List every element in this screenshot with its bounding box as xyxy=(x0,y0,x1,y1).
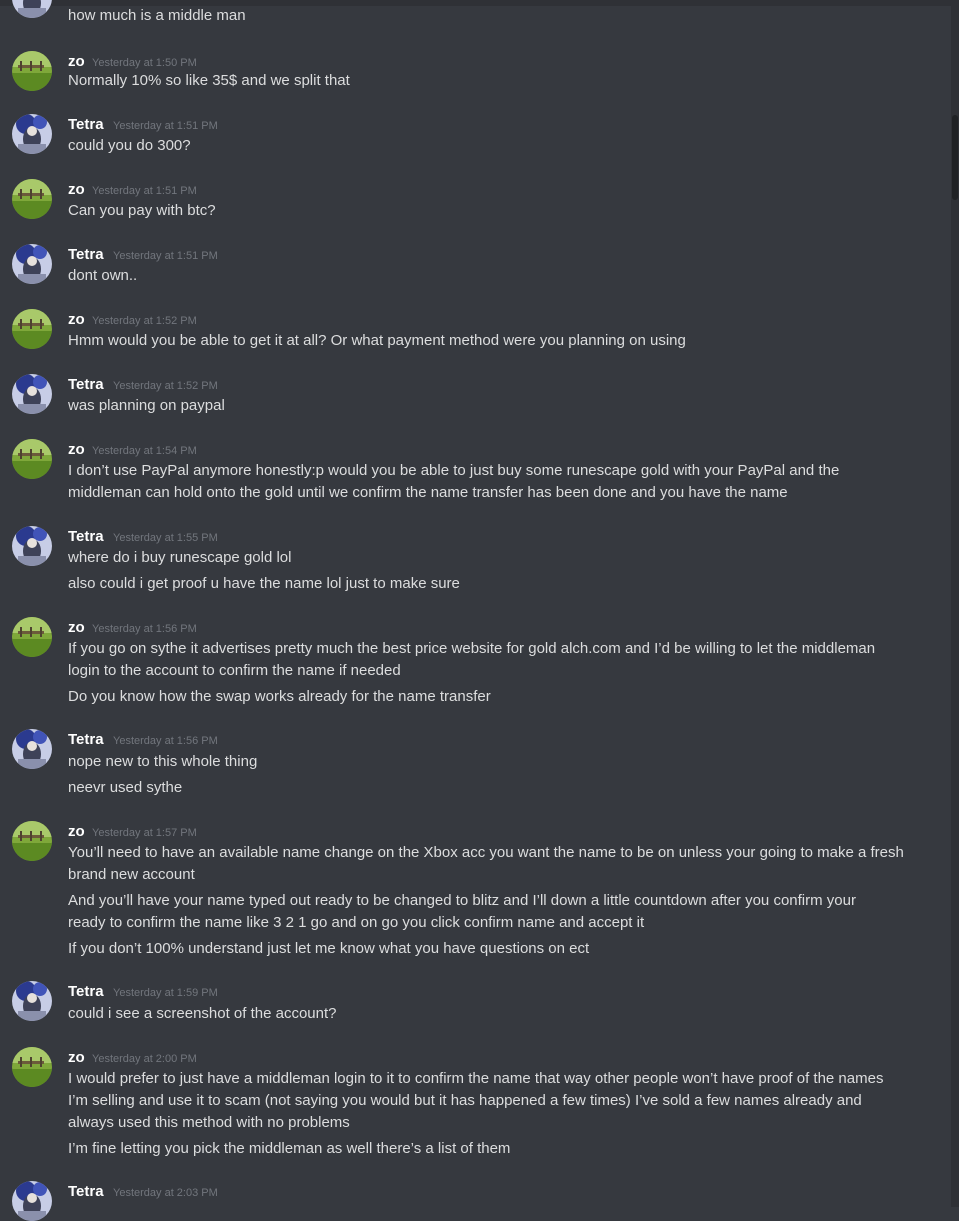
message-author[interactable]: Tetra xyxy=(68,246,104,264)
message-author[interactable]: Tetra xyxy=(68,116,104,134)
message-timestamp: Yesterday at 1:59 PM xyxy=(113,987,218,999)
message-text: I would prefer to just have a middleman … xyxy=(68,1070,884,1087)
avatar-zo[interactable] xyxy=(12,179,52,219)
message-text: I don’t use PayPal anymore honestly:p wo… xyxy=(68,462,840,479)
message-timestamp: Yesterday at 1:56 PM xyxy=(113,735,218,747)
message-author[interactable]: Tetra xyxy=(68,376,104,394)
message-text: could i see a screenshot of the account? xyxy=(68,1005,337,1022)
message-text: middleman can hold onto the gold until w… xyxy=(68,484,788,501)
avatar-zo[interactable] xyxy=(12,617,52,657)
message-text: I’m fine letting you pick the middleman … xyxy=(68,1140,511,1157)
message-text: how much is a middle man xyxy=(68,7,246,24)
message-author[interactable]: Tetra xyxy=(68,528,104,546)
message-text: If you go on sythe it advertises pretty … xyxy=(68,640,876,657)
message-text: Do you know how the swap works already f… xyxy=(68,688,491,705)
message-text: login to the account to confirm the name… xyxy=(68,662,401,679)
message-text: Normally 10% so like 35$ and we split th… xyxy=(68,72,350,89)
avatar-zo[interactable] xyxy=(12,1047,52,1087)
message-timestamp: Yesterday at 1:57 PM xyxy=(92,827,197,839)
message-author[interactable]: zo xyxy=(68,823,85,841)
avatar-zo[interactable] xyxy=(12,51,52,91)
message-timestamp: Yesterday at 2:00 PM xyxy=(92,1053,197,1065)
avatar-tetra[interactable] xyxy=(12,114,52,154)
message-timestamp: Yesterday at 1:56 PM xyxy=(92,623,197,635)
message-text: always used this method with no problems xyxy=(68,1114,350,1131)
message-author[interactable]: zo xyxy=(68,1049,85,1067)
message-author[interactable]: Tetra xyxy=(68,983,104,1001)
scrollbar-thumb[interactable] xyxy=(952,115,958,200)
chat-messages: how much is a middle man zo Yesterday at 1… xyxy=(0,0,959,1221)
message-author[interactable]: zo xyxy=(68,619,85,637)
message-text: was planning on paypal xyxy=(68,397,225,414)
message-text: neevr used sythe xyxy=(68,779,183,796)
scrollbar[interactable] xyxy=(951,0,959,1207)
avatar-tetra[interactable] xyxy=(12,244,52,284)
message-text: Hmm would you be able to get it at all? … xyxy=(68,332,686,349)
message-text: And you’ll have your name typed out read… xyxy=(68,892,856,909)
avatar-tetra[interactable] xyxy=(12,1181,52,1221)
message-author[interactable]: zo xyxy=(68,181,85,199)
message-author[interactable]: zo xyxy=(68,53,85,71)
message-text: If you don’t 100% understand just let me… xyxy=(68,940,590,957)
message-timestamp: Yesterday at 1:52 PM xyxy=(113,380,218,392)
message-timestamp: Yesterday at 2:03 PM xyxy=(113,1187,218,1199)
message-text: dont own.. xyxy=(68,267,138,284)
message-text: I’m selling and use it to scam (not sayi… xyxy=(68,1092,862,1109)
message-timestamp: Yesterday at 1:52 PM xyxy=(92,315,197,327)
avatar-zo[interactable] xyxy=(12,439,52,479)
avatar-zo[interactable] xyxy=(12,309,52,349)
avatar-tetra[interactable] xyxy=(12,526,52,566)
avatar-tetra[interactable] xyxy=(12,374,52,414)
message-author[interactable]: zo xyxy=(68,311,85,329)
message-author[interactable]: zo xyxy=(68,441,85,459)
message-author[interactable]: Tetra xyxy=(68,731,104,749)
message-text: brand new account xyxy=(68,866,195,883)
message-author[interactable]: Tetra xyxy=(68,1183,104,1201)
avatar-tetra[interactable] xyxy=(12,729,52,769)
message-text: You’ll need to have an available name ch… xyxy=(68,844,904,861)
message-text: ready to confirm the name like 3 2 1 go … xyxy=(68,914,645,931)
message-text: nope new to this whole thing xyxy=(68,753,258,770)
message-text: where do i buy runescape gold lol xyxy=(68,549,292,566)
message-timestamp: Yesterday at 1:51 PM xyxy=(113,250,218,262)
message-timestamp: Yesterday at 1:51 PM xyxy=(92,185,197,197)
avatar-tetra[interactable] xyxy=(12,0,52,18)
avatar-zo[interactable] xyxy=(12,821,52,861)
message-timestamp: Yesterday at 1:51 PM xyxy=(113,120,218,132)
message-timestamp: Yesterday at 1:55 PM xyxy=(113,532,218,544)
message-text: also could i get proof u have the name l… xyxy=(68,575,460,592)
message-text: Can you pay with btc? xyxy=(68,202,216,219)
message-text: could you do 300? xyxy=(68,137,191,154)
message-timestamp: Yesterday at 1:54 PM xyxy=(92,445,197,457)
avatar-tetra[interactable] xyxy=(12,981,52,1021)
